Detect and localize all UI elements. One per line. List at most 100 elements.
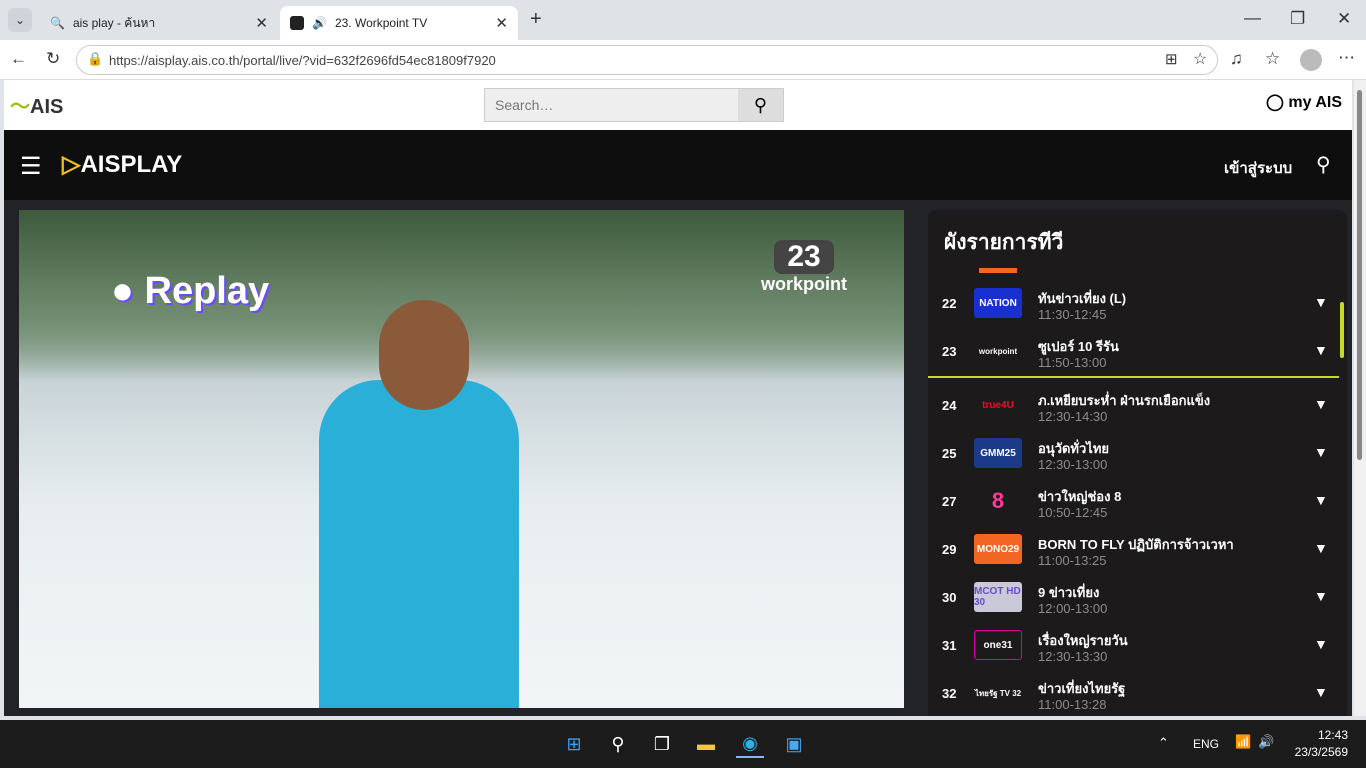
- program-title: อนุวัดทั่วไทย: [1038, 441, 1110, 456]
- taskbar: ⊞ ⚲ ❐ ▬ ◉ ▣ ⌃ ENG 📶 🔊 12:43 23/3/2569: [0, 720, 1366, 768]
- favorites-icon[interactable]: ☆: [1265, 49, 1280, 69]
- guide-row[interactable]: 30 MCOT HD 30 9 ข่าวเที่ยง 12:00-13:00 ▼: [928, 574, 1338, 622]
- profile-avatar[interactable]: [1300, 49, 1322, 71]
- channel-number: 23: [942, 344, 957, 359]
- my-ais-link[interactable]: ◯ my AIS: [1266, 92, 1342, 112]
- program-title: เรื่องใหญ่รายวัน: [1038, 633, 1128, 648]
- guide-row[interactable]: 32 ไทยรัฐ TV 32 ข่าวเที่ยงไทยรัฐ 11:00-1…: [928, 670, 1338, 716]
- tv-guide-panel: ผังรายการทีวี 22 NATION ทันข่าวเที่ยง (L…: [928, 210, 1347, 716]
- guide-row[interactable]: 24 true4U ภ.เหยียบระห่ำ ฝ่านรกเยือกแข็ง …: [928, 382, 1338, 430]
- video-subject: [319, 380, 519, 708]
- close-window-button[interactable]: ✕: [1337, 9, 1351, 29]
- guide-row[interactable]: 27 8 ข่าวใหญ่ช่อง 8 10:50-12:45 ▼: [928, 478, 1338, 526]
- lock-icon: 🔒: [87, 51, 104, 66]
- channel-logo: 8: [991, 488, 1005, 513]
- channel-number: 29: [942, 542, 957, 557]
- guide-row[interactable]: 31 one31 เรื่องใหญ่รายวัน 12:30-13:30 ▼: [928, 622, 1338, 670]
- login-link[interactable]: เข้าสู่ระบบ: [1224, 156, 1292, 180]
- channel-logo: NATION: [974, 288, 1022, 318]
- search-input[interactable]: Search…: [485, 89, 738, 121]
- expand-arrow-icon[interactable]: ▼: [1314, 342, 1328, 358]
- program-time: 11:50-13:00: [1038, 355, 1107, 370]
- more-icon[interactable]: ⋯: [1338, 48, 1355, 68]
- guide-row[interactable]: 22 NATION ทันข่าวเที่ยง (L) 11:30-12:45 …: [928, 280, 1338, 328]
- aisplay-logo[interactable]: ▷AISPLAY: [62, 150, 182, 179]
- channel-watermark: 23 workpoint: [761, 240, 847, 294]
- search-box: Search… ⚲: [484, 88, 784, 122]
- url-input[interactable]: 🔒 https://aisplay.ais.co.th/portal/live/?…: [76, 45, 1218, 75]
- minimize-button[interactable]: —: [1244, 8, 1261, 28]
- channel-logo: one31: [974, 630, 1022, 660]
- channel-number: 27: [942, 494, 957, 509]
- expand-arrow-icon[interactable]: ▼: [1314, 492, 1328, 508]
- guide-row[interactable]: 25 GMM25 อนุวัดทั่วไทย 12:30-13:00 ▼: [928, 430, 1338, 478]
- store-icon[interactable]: ▣: [780, 730, 808, 758]
- clock[interactable]: 12:43 23/3/2569: [1290, 728, 1348, 759]
- start-icon[interactable]: ⊞: [560, 730, 588, 758]
- tab-list-button[interactable]: ⌄: [8, 8, 32, 32]
- program-time: 11:00-13:28: [1038, 697, 1107, 712]
- tab-workpoint[interactable]: 🔊 23. Workpoint TV ✕: [280, 6, 518, 40]
- program-time: 12:30-13:30: [1038, 649, 1108, 664]
- program-title: ซูเปอร์ 10 รีรัน: [1038, 339, 1119, 354]
- speaker-icon[interactable]: 🔊: [312, 16, 327, 30]
- channel-logo: MCOT HD 30: [974, 582, 1022, 612]
- program-time: 11:00-13:25: [1038, 553, 1107, 568]
- address-bar: ← ↻ 🔒 https://aisplay.ais.co.th/portal/li…: [0, 40, 1366, 80]
- guide-title: ผังรายการทีวี: [944, 231, 1064, 254]
- maximize-button[interactable]: ❐: [1290, 9, 1305, 29]
- close-icon[interactable]: ✕: [255, 14, 268, 32]
- close-icon[interactable]: ✕: [495, 14, 508, 32]
- ais-logo[interactable]: 〜AIS: [10, 90, 63, 119]
- volume-icon[interactable]: 🔊: [1258, 734, 1274, 750]
- tray-chevron-icon[interactable]: ⌃: [1158, 735, 1169, 751]
- guide-row[interactable]: 29 MONO29 BORN TO FLY ปฏิบัติการจ้าวเวหา…: [928, 526, 1338, 574]
- video-player[interactable]: ● Replay 23 workpoint: [19, 210, 904, 708]
- expand-arrow-icon[interactable]: ▼: [1314, 396, 1328, 412]
- expand-arrow-icon[interactable]: ▼: [1314, 540, 1328, 556]
- tab-bar: ⌄ 🔍 ais play - ค้นหา ✕ 🔊 23. Workpoint TV ✕ …: [0, 0, 1366, 40]
- language-indicator[interactable]: ENG: [1193, 737, 1219, 751]
- channel-logo: true4U: [982, 399, 1014, 411]
- expand-arrow-icon[interactable]: ▼: [1314, 636, 1328, 652]
- channel-number: 30: [942, 590, 957, 605]
- tab-search[interactable]: 🔍 ais play - ค้นหา ✕: [40, 6, 278, 40]
- wifi-icon[interactable]: 📶: [1235, 734, 1251, 750]
- expand-arrow-icon[interactable]: ▼: [1314, 588, 1328, 604]
- program-time: 12:30-13:00: [1038, 457, 1108, 472]
- app-icon[interactable]: ⊞: [1165, 50, 1178, 68]
- new-tab-button[interactable]: +: [530, 8, 542, 31]
- web-page: 〜AIS Search… ⚲ ◯ my AIS ☰ ▷AISPLAY เข้าส…: [4, 80, 1352, 716]
- channel-number: 22: [942, 296, 957, 311]
- url-text: https://aisplay.ais.co.th/portal/live/?v…: [109, 52, 496, 68]
- search-button[interactable]: ⚲: [738, 89, 783, 121]
- guide-row[interactable]: 23 workpoint ซูเปอร์ 10 รีรัน 11:50-13:0…: [928, 328, 1338, 376]
- expand-arrow-icon[interactable]: ▼: [1314, 684, 1328, 700]
- partial-logo: [979, 268, 1017, 273]
- menu-icon[interactable]: ☰: [20, 152, 42, 181]
- task-view-icon[interactable]: ❐: [648, 730, 676, 758]
- scrollbar[interactable]: [1340, 302, 1344, 358]
- program-title: ข่าวเที่ยงไทยรัฐ: [1038, 681, 1126, 696]
- refresh-icon[interactable]: ↻: [46, 49, 60, 69]
- program-time: 12:00-13:00: [1038, 601, 1108, 616]
- channel-logo: MONO29: [974, 534, 1022, 564]
- page-scrollbar[interactable]: [1354, 80, 1366, 716]
- back-icon[interactable]: ←: [10, 49, 27, 69]
- media-icon[interactable]: ♫: [1230, 49, 1243, 69]
- edge-icon[interactable]: ◉: [736, 730, 764, 758]
- search-icon: 🔍: [50, 16, 65, 30]
- channel-logo: GMM25: [974, 438, 1022, 468]
- favorite-icon[interactable]: ☆: [1193, 49, 1207, 69]
- file-explorer-icon[interactable]: ▬: [692, 730, 720, 758]
- program-title: ข่าวใหญ่ช่อง 8: [1038, 489, 1122, 504]
- expand-arrow-icon[interactable]: ▼: [1314, 444, 1328, 460]
- program-title: ภ.เหยียบระห่ำ ฝ่านรกเยือกแข็ง: [1038, 393, 1211, 408]
- tab-label: 23. Workpoint TV: [334, 16, 428, 30]
- search-icon[interactable]: ⚲: [604, 730, 632, 758]
- search-icon[interactable]: ⚲: [1316, 152, 1331, 177]
- favicon-icon: [290, 16, 304, 30]
- now-divider: [928, 376, 1339, 378]
- channel-number: 32: [942, 686, 957, 701]
- expand-arrow-icon[interactable]: ▼: [1314, 294, 1328, 310]
